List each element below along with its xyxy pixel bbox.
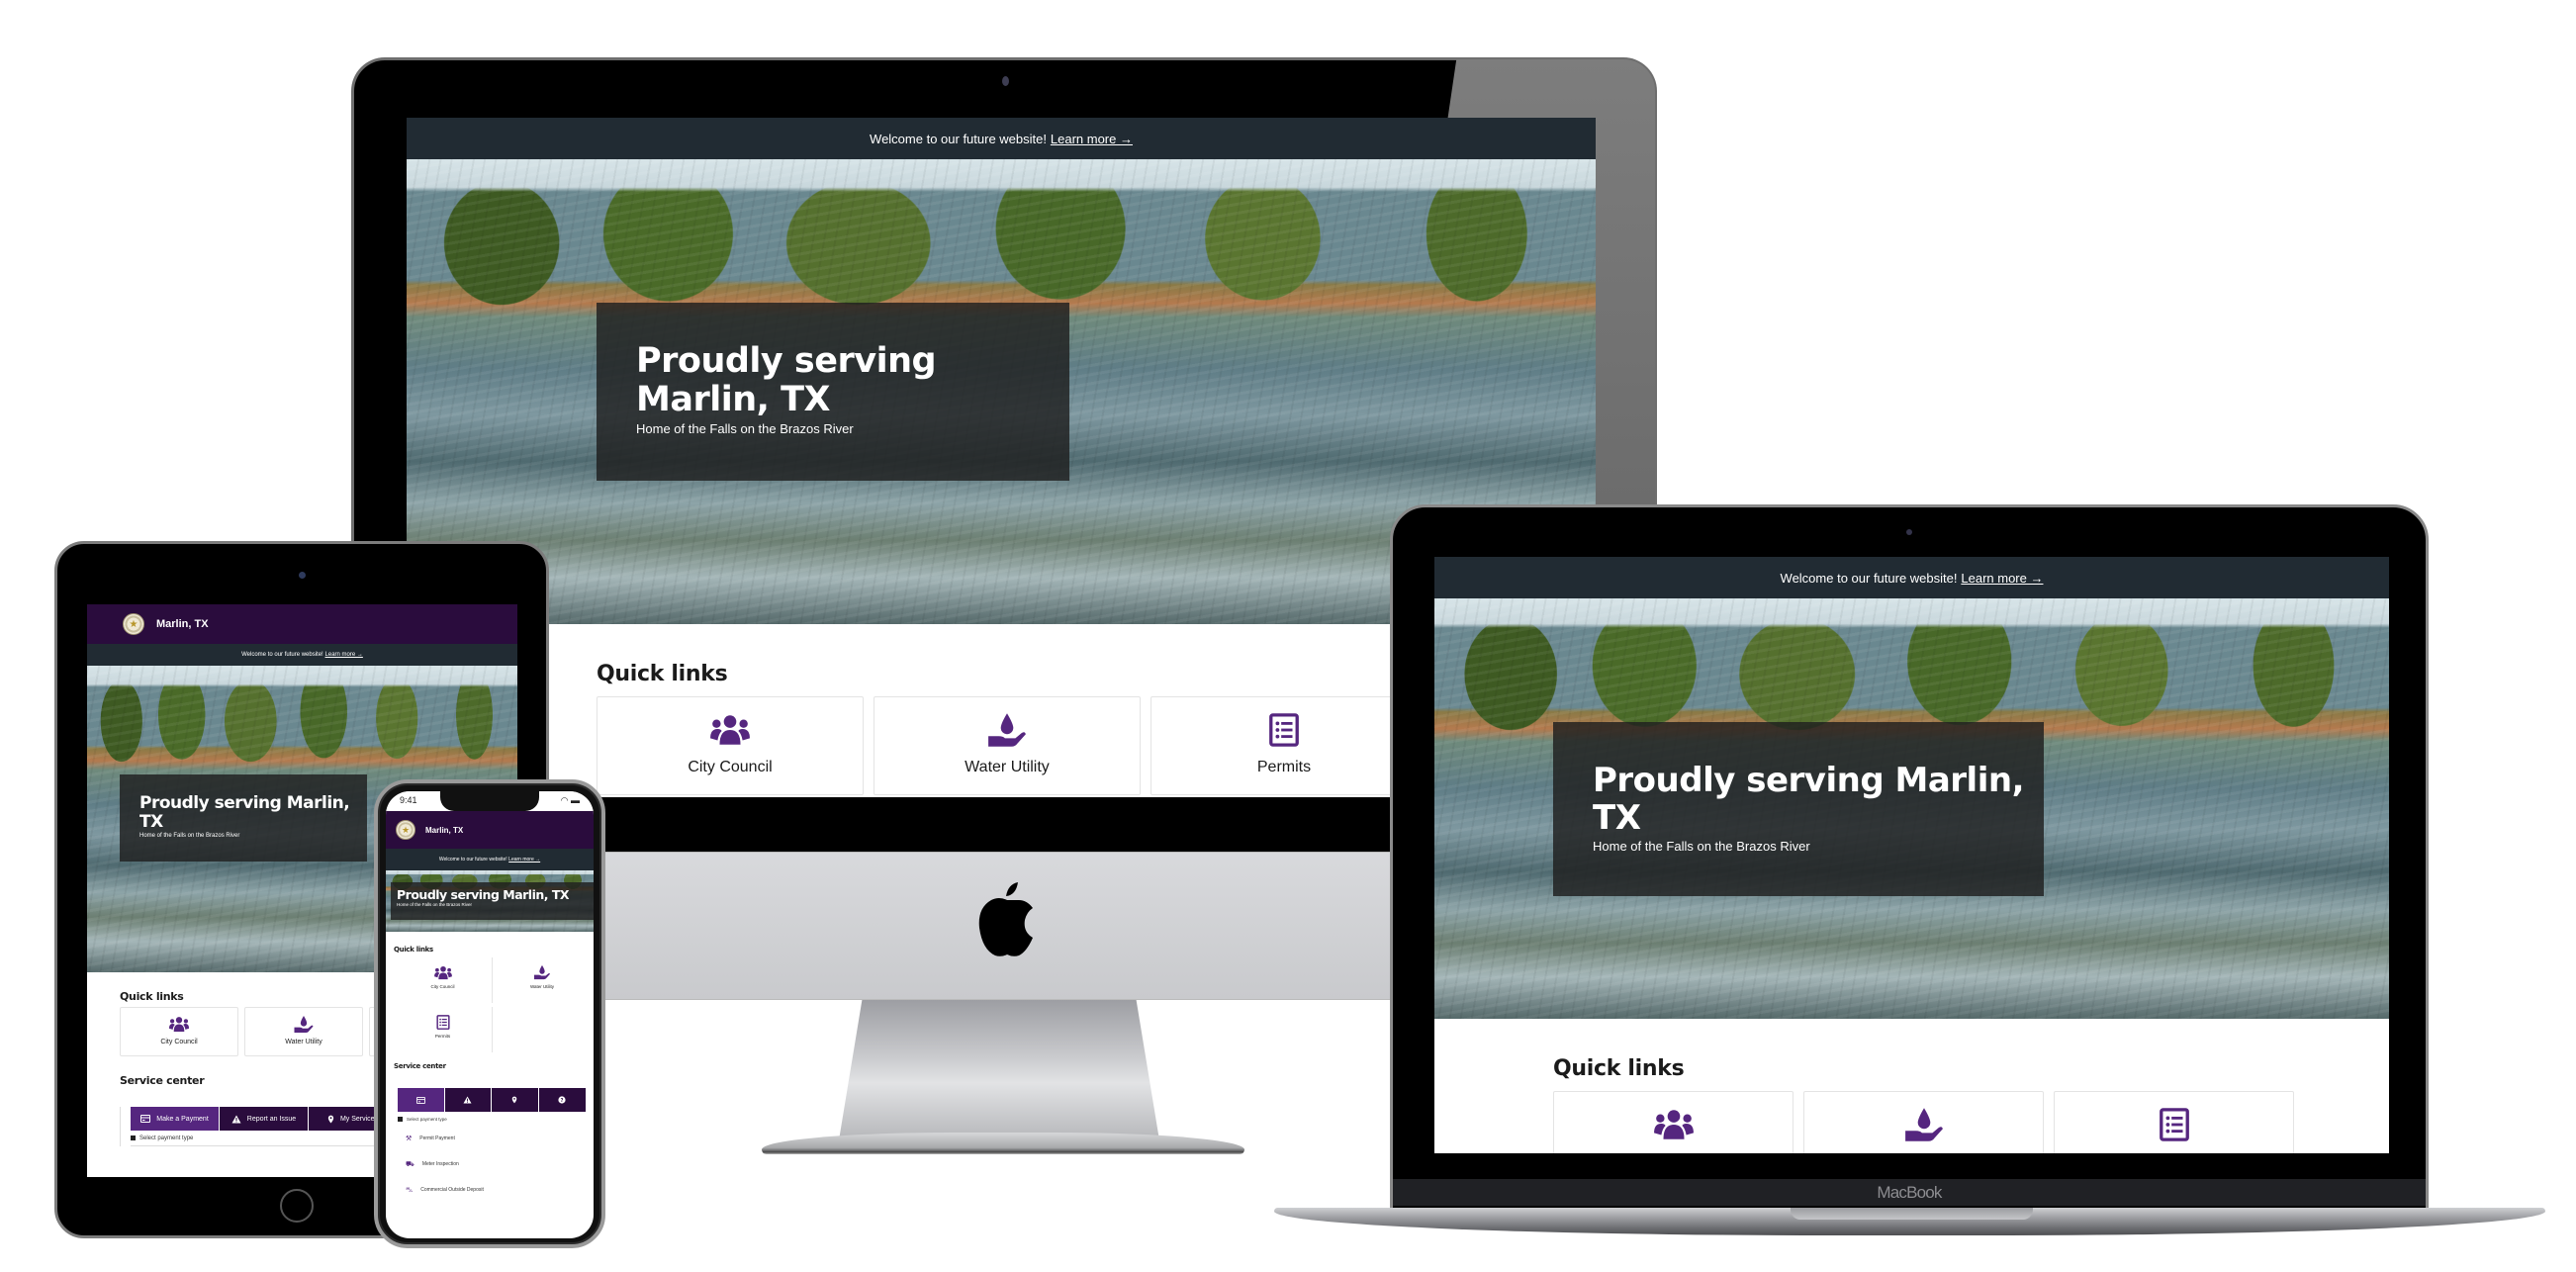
announcement-banner: Welcome to our future website! Learn mor… (407, 118, 1596, 159)
list-icon (436, 1015, 450, 1030)
users-icon (709, 713, 751, 747)
macbook-camera (1906, 529, 1912, 535)
iphone-website: ★ Marlin, TX Welcome to our future websi… (386, 791, 594, 1238)
wifi-battery-icon: ◠ ▬ (560, 795, 580, 805)
announcement-banner: Welcome to our future website! Learn mor… (386, 849, 594, 870)
credit-card-icon (140, 1115, 150, 1123)
tab-report-an-issue[interactable]: Report an Issue (220, 1107, 309, 1131)
macbook-notch (1791, 1208, 2033, 1220)
announcement-banner: Welcome to our future website! Learn mor… (1434, 557, 2389, 598)
hand-water-drop-icon (1903, 1106, 1945, 1143)
tab-help[interactable] (538, 1088, 586, 1112)
grid-icon (131, 1136, 136, 1140)
quick-link-water-utility[interactable]: Water Utility (493, 957, 592, 1003)
site-header: ★ Marlin, TX (386, 811, 594, 849)
payment-option-meter-inspection[interactable]: ⛟ Meter Inspection (394, 1151, 586, 1177)
banner-text: Welcome to our future website! (1780, 570, 1958, 586)
site-header: ★ Marlin, TX (87, 604, 517, 644)
hero-title: Proudly serving Marlin, TX (397, 887, 570, 902)
quick-link-water-utility[interactable]: Water Utility (244, 1007, 363, 1056)
hero-subtitle: Home of the Falls on the Brazos River (636, 421, 854, 437)
tab-report-an-issue[interactable] (444, 1088, 492, 1112)
iphone-status-bar: 9:41 ◠ ▬ (396, 795, 584, 809)
imac-stand (839, 1000, 1159, 1138)
users-icon (168, 1016, 190, 1033)
quick-links-title: Quick links (394, 946, 433, 954)
quick-link-permits[interactable]: Permits (1150, 696, 1418, 795)
meter-icon: ⛟ (406, 1160, 414, 1168)
service-center-title: Service center (394, 1062, 446, 1070)
list-icon (2159, 1108, 2190, 1141)
announcement-banner: Welcome to our future website! Learn mor… (87, 644, 517, 666)
quick-link-city-council[interactable]: City Council (394, 957, 493, 1003)
hero-subtitle: Home of the Falls on the Brazos River (1593, 839, 1810, 855)
quick-link-city-council[interactable] (1553, 1091, 1794, 1153)
quick-link-city-council[interactable]: City Council (120, 1007, 238, 1056)
city-seal-logo[interactable]: ★ (123, 613, 144, 635)
payment-option-permit[interactable]: ⚒ Permit Payment (394, 1126, 586, 1151)
status-time: 9:41 (400, 795, 417, 805)
help-icon (558, 1096, 566, 1104)
hand-water-drop-icon (533, 964, 551, 980)
hero-overlay: Proudly serving Marlin, TX Home of the F… (1553, 722, 2044, 896)
warning-icon (231, 1115, 241, 1124)
hammer-icon: ⚒ (406, 1136, 413, 1142)
grid-icon (398, 1116, 403, 1122)
quick-link-permits[interactable] (2054, 1091, 2294, 1153)
hero-subtitle: Home of the Falls on the Brazos River (139, 833, 240, 840)
hero-section: Proudly serving Marlin, TX Home of the F… (1434, 598, 2389, 1019)
imac-camera (1002, 76, 1009, 86)
list-icon (1268, 713, 1300, 747)
service-tabs (394, 1088, 586, 1112)
quick-link-city-council[interactable]: City Council (597, 696, 864, 795)
hero-overlay: Proudly serving Marlin, TX Home of the F… (597, 303, 1069, 481)
users-icon (1653, 1108, 1695, 1141)
site-name[interactable]: Marlin, TX (156, 618, 209, 630)
quick-links-title: Quick links (1553, 1056, 1685, 1081)
ipad-home-button (280, 1189, 314, 1223)
map-pin-icon (327, 1115, 334, 1124)
tab-make-a-payment[interactable]: Make a Payment (131, 1107, 220, 1131)
hero-title: Proudly serving Marlin, TX (1593, 761, 2024, 839)
warning-icon (463, 1096, 472, 1104)
hand-water-drop-icon (293, 1015, 315, 1034)
site-name[interactable]: Marlin, TX (425, 826, 463, 835)
tab-make-a-payment[interactable] (398, 1088, 445, 1112)
imac-stand-foot (762, 1133, 1244, 1154)
credit-card-icon (416, 1097, 425, 1104)
hero-overlay: Proudly serving Marlin, TX Home of the F… (391, 882, 594, 920)
banner-text: Welcome to our future website! (870, 131, 1047, 146)
users-icon (433, 965, 453, 980)
hand-water-drop-icon (986, 711, 1028, 749)
ipad-camera (299, 572, 306, 579)
tab-my-services[interactable] (492, 1088, 539, 1112)
apple-logo-icon (974, 878, 1040, 957)
learn-more-link[interactable]: Learn more → (1051, 132, 1133, 146)
city-seal-logo[interactable]: ★ (396, 820, 415, 840)
hero-title: Proudly serving Marlin, TX (636, 341, 937, 420)
learn-more-link[interactable]: Learn more → (508, 857, 540, 863)
payment-option-commercial-deposit[interactable]: ⛍ Commercial Outside Deposit (394, 1177, 586, 1203)
learn-more-link[interactable]: Learn more → (1961, 571, 2043, 586)
quick-link-permits[interactable]: Permits (394, 1007, 493, 1052)
quick-link-water-utility[interactable]: Water Utility (874, 696, 1141, 795)
select-payment-type[interactable]: Select payment type (394, 1112, 586, 1126)
deposit-icon: ⛍ (406, 1186, 414, 1194)
hero-overlay: Proudly serving Marlin, TX Home of the F… (120, 774, 367, 862)
hero-subtitle: Home of the Falls on the Brazos River (397, 902, 473, 907)
map-pin-icon (511, 1096, 517, 1104)
hero-section: Proudly serving Marlin, TX Home of the F… (386, 870, 594, 932)
macbook-label: MacBook (1393, 1179, 2426, 1206)
macbook-website: Welcome to our future website! Learn mor… (1434, 557, 2389, 1153)
learn-more-link[interactable]: Learn more → (325, 652, 363, 658)
hero-title: Proudly serving Marlin, TX (139, 793, 350, 833)
quick-link-water-utility[interactable] (1803, 1091, 2044, 1153)
